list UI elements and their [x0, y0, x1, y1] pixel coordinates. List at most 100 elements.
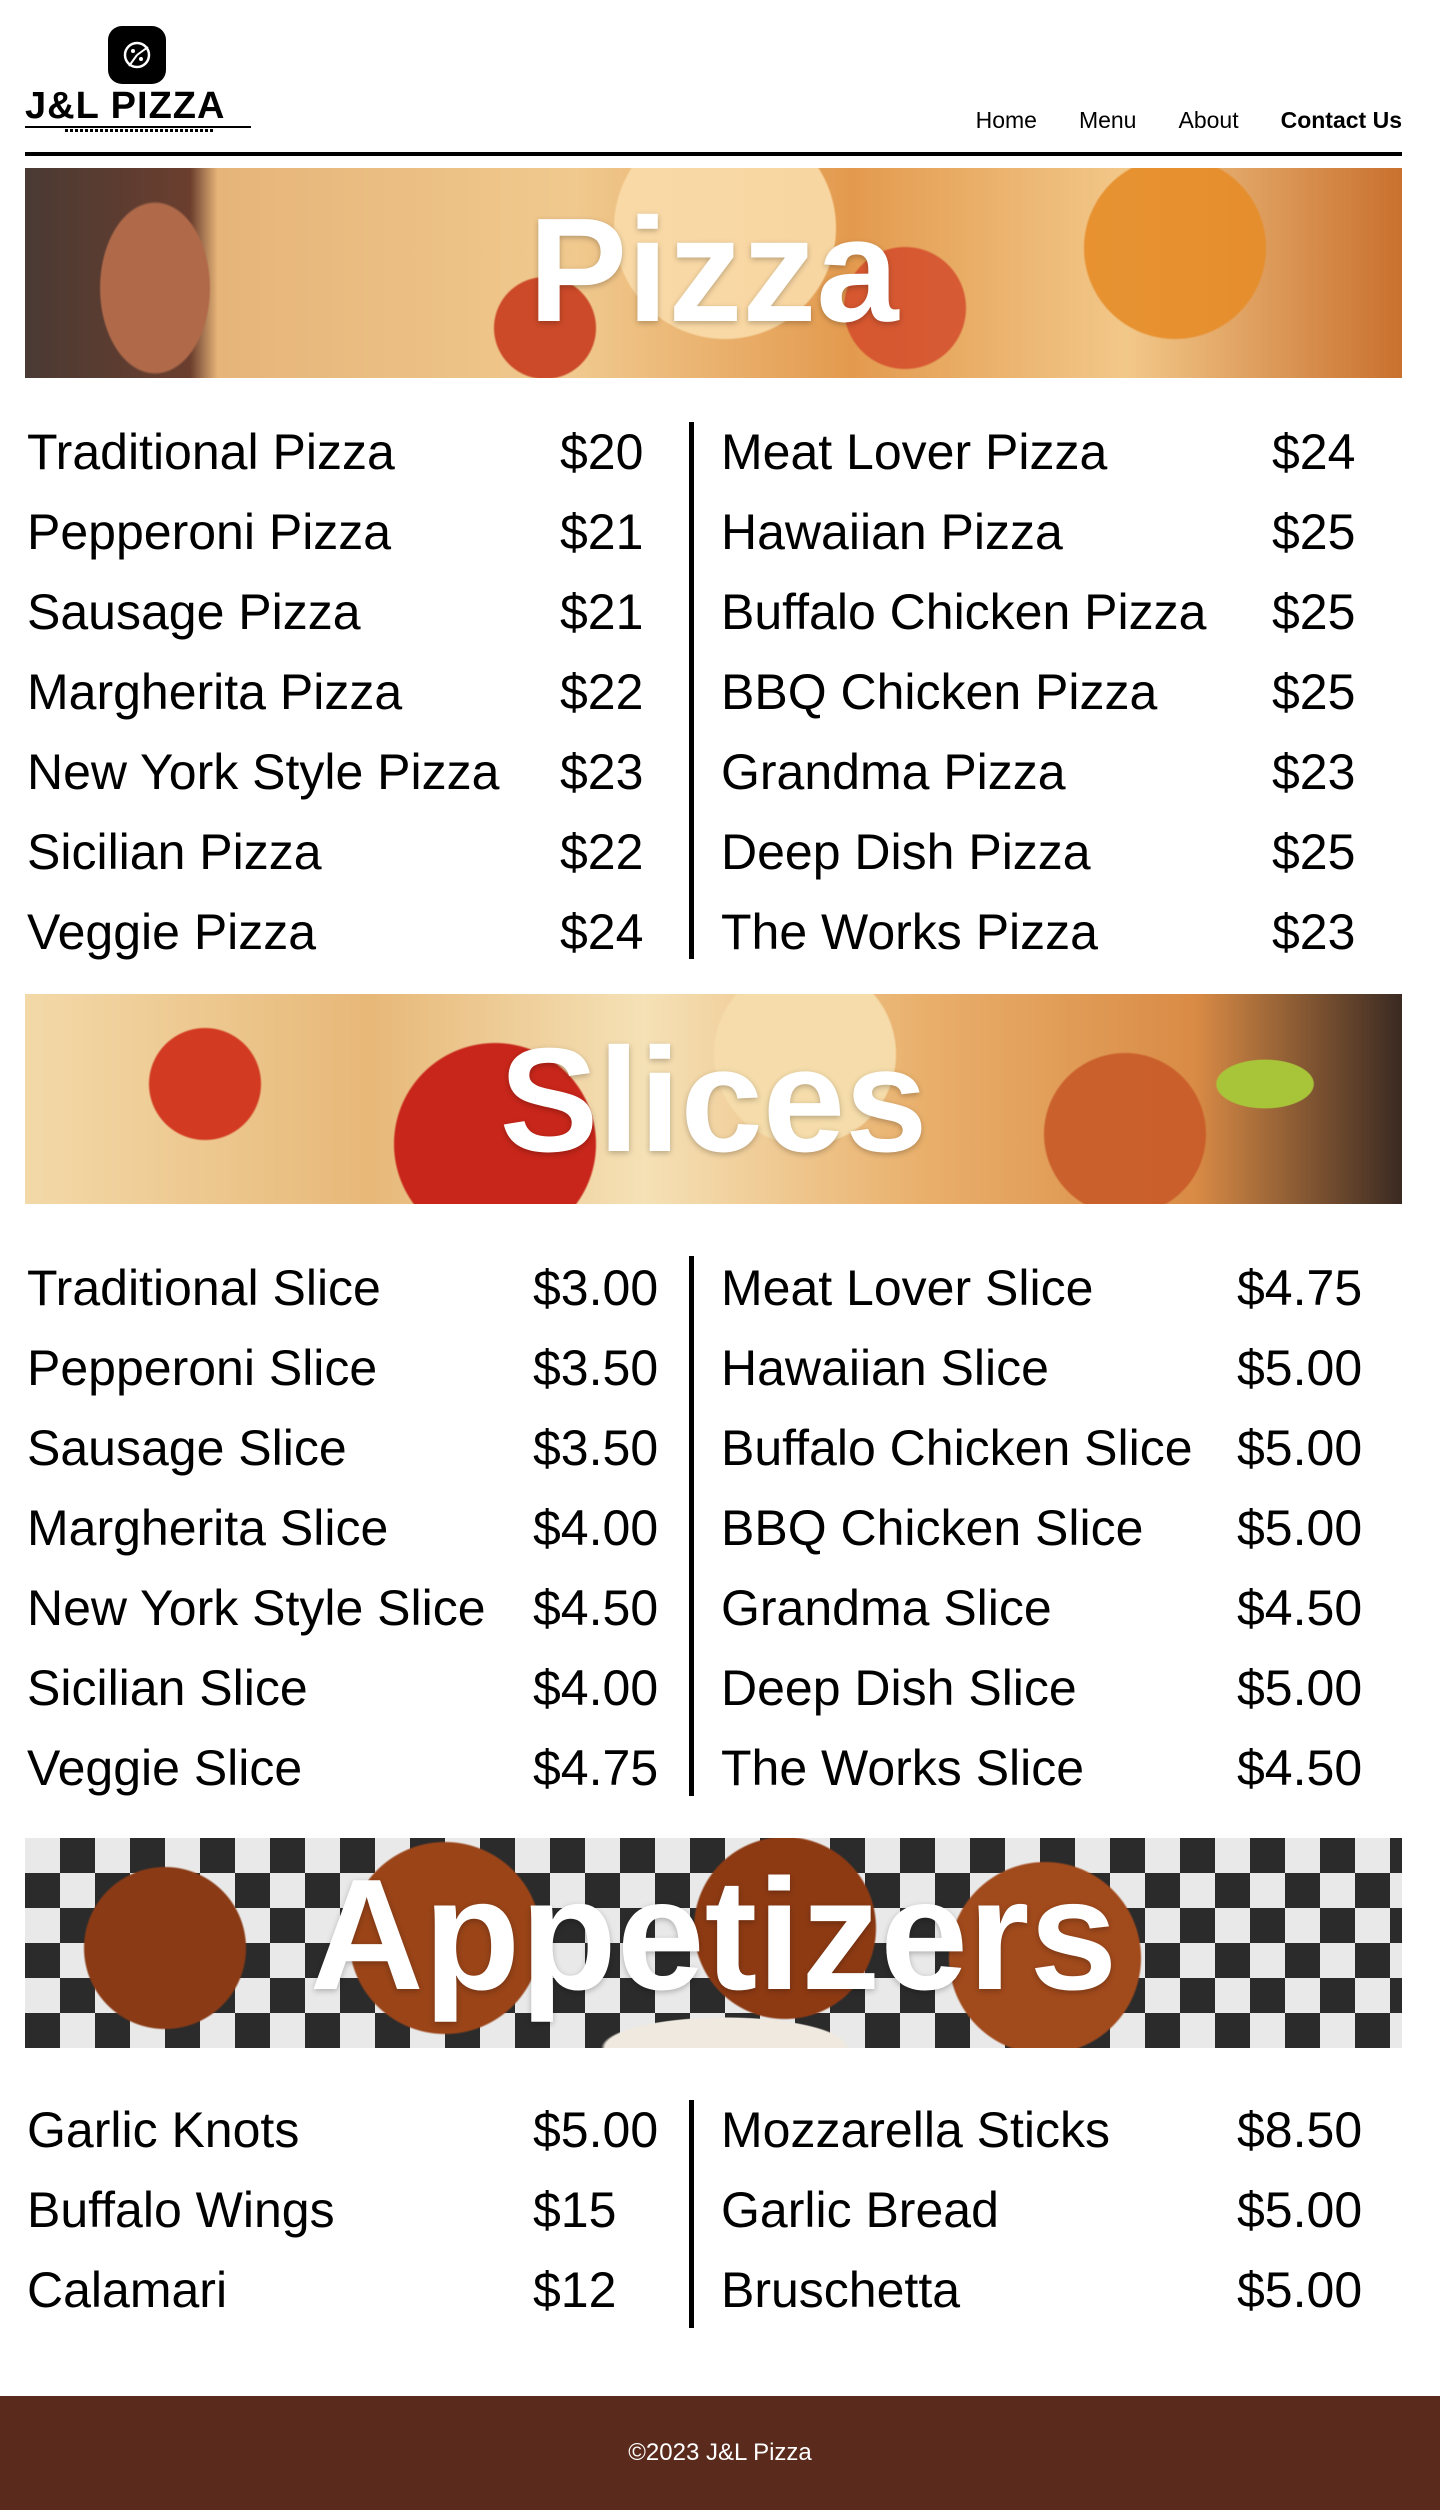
menu-item: BBQ Chicken Pizza $25 — [721, 652, 1401, 732]
menu-item: Sicilian Pizza $22 — [27, 812, 667, 892]
menu-item-price: $20 — [560, 424, 644, 480]
menu-item-price: $15 — [533, 2182, 617, 2238]
menu-item-price: $12 — [533, 2262, 617, 2318]
menu-item: Deep Dish Pizza $25 — [721, 812, 1401, 892]
pizza-menu-right-column: Meat Lover Pizza $24 Hawaiian Pizza $25 Bu… — [721, 412, 1401, 972]
menu-item-name: Traditional Slice — [27, 1260, 381, 1316]
menu-item-name: New York Style Pizza — [27, 744, 500, 800]
menu-item-name: Mozzarella Sticks — [721, 2102, 1110, 2158]
logo-underline — [25, 126, 251, 128]
nav-about[interactable]: About — [1178, 106, 1238, 134]
appetizers-banner: Appetizers — [25, 1838, 1402, 2048]
menu-item: Mozzarella Sticks $8.50 — [721, 2090, 1401, 2170]
menu-item-name: Pepperoni Pizza — [27, 504, 392, 560]
menu-item: Sicilian Slice $4.00 — [27, 1648, 677, 1728]
menu-item: Buffalo Wings $15 — [27, 2170, 677, 2250]
logo-text: J&L PIZZA — [25, 85, 226, 127]
menu-item-price: $5.00 — [1237, 1660, 1363, 1716]
menu-item-name: BBQ Chicken Slice — [721, 1500, 1144, 1556]
menu-item-price: $3.50 — [533, 1420, 659, 1476]
menu-item-name: Margherita Pizza — [27, 664, 403, 720]
menu-item: Margherita Slice $4.00 — [27, 1488, 677, 1568]
menu-item: Pepperoni Pizza $21 — [27, 492, 667, 572]
menu-item-name: Sausage Slice — [27, 1420, 347, 1476]
logo-tagline-graphic — [65, 129, 215, 132]
pizza-menu-left-column: Traditional Pizza $20 Pepperoni Pizza $21 … — [27, 412, 667, 972]
menu-item: Meat Lover Pizza $24 — [721, 412, 1401, 492]
menu-item: Traditional Pizza $20 — [27, 412, 667, 492]
menu-item-price: $8.50 — [1237, 2102, 1363, 2158]
nav-menu[interactable]: Menu — [1079, 106, 1137, 134]
site-footer: ©2023 J&L Pizza — [0, 2396, 1440, 2510]
menu-item: Garlic Bread $5.00 — [721, 2170, 1401, 2250]
menu-item: Buffalo Chicken Slice $5.00 — [721, 1408, 1401, 1488]
menu-item-name: Grandma Pizza — [721, 744, 1066, 800]
menu-item-name: Calamari — [27, 2262, 228, 2318]
menu-item-name: Sicilian Slice — [27, 1660, 308, 1716]
menu-item-name: Meat Lover Pizza — [721, 424, 1108, 480]
slices-banner-title: Slices — [499, 1018, 928, 1183]
menu-item: Traditional Slice $3.00 — [27, 1248, 677, 1328]
menu-item-name: Buffalo Wings — [27, 2182, 335, 2238]
menu-item-price: $3.00 — [533, 1260, 659, 1316]
menu-item-price: $22 — [560, 664, 644, 720]
menu-item-price: $24 — [1272, 424, 1356, 480]
menu-item-name: Garlic Knots — [27, 2102, 300, 2158]
menu-item-name: Buffalo Chicken Slice — [721, 1420, 1193, 1476]
nav-contact-us[interactable]: Contact Us — [1281, 106, 1402, 134]
site-header: J&L PIZZA Home Menu About Contact Us — [25, 0, 1402, 156]
column-divider — [689, 2100, 694, 2328]
menu-item: Grandma Slice $4.50 — [721, 1568, 1401, 1648]
menu-item: Bruschetta $5.00 — [721, 2250, 1401, 2330]
slices-banner: Slices — [25, 994, 1402, 1204]
menu-item: Hawaiian Slice $5.00 — [721, 1328, 1401, 1408]
menu-item-price: $25 — [1272, 504, 1356, 560]
pizza-banner-title: Pizza — [528, 188, 899, 353]
menu-item-name: New York Style Slice — [27, 1580, 486, 1636]
menu-item-price: $21 — [560, 584, 644, 640]
menu-item-name: Hawaiian Pizza — [721, 504, 1063, 560]
menu-item: Veggie Slice $4.75 — [27, 1728, 677, 1808]
menu-item: Hawaiian Pizza $25 — [721, 492, 1401, 572]
menu-item-name: Meat Lover Slice — [721, 1260, 1094, 1316]
menu-item-price: $4.75 — [533, 1740, 659, 1796]
menu-item-name: Sicilian Pizza — [27, 824, 322, 880]
menu-item-price: $3.50 — [533, 1340, 659, 1396]
menu-item: BBQ Chicken Slice $5.00 — [721, 1488, 1401, 1568]
appetizers-banner-title: Appetizers — [309, 1847, 1118, 2023]
logo[interactable]: J&L PIZZA — [25, 26, 251, 136]
menu-item-name: Bruschetta — [721, 2262, 961, 2318]
menu-item-name: Traditional Pizza — [27, 424, 395, 480]
menu-item-price: $4.00 — [533, 1500, 659, 1556]
menu-item: The Works Pizza $23 — [721, 892, 1401, 972]
menu-item-price: $4.75 — [1237, 1260, 1363, 1316]
menu-item-name: The Works Slice — [721, 1740, 1085, 1796]
menu-item-price: $5.00 — [1237, 1420, 1363, 1476]
menu-item: Sausage Slice $3.50 — [27, 1408, 677, 1488]
menu-item-name: Veggie Slice — [27, 1740, 303, 1796]
menu-item-price: $23 — [560, 744, 644, 800]
pizza-menu: Traditional Pizza $20 Pepperoni Pizza $21 … — [25, 412, 1402, 972]
slices-menu: Traditional Slice $3.00 Pepperoni Slice $3… — [25, 1248, 1402, 1808]
menu-item-price: $4.50 — [533, 1580, 659, 1636]
menu-item: Deep Dish Slice $5.00 — [721, 1648, 1401, 1728]
menu-item-name: Deep Dish Slice — [721, 1660, 1077, 1716]
menu-item-price: $4.50 — [1237, 1580, 1363, 1636]
menu-item-price: $23 — [1272, 904, 1356, 960]
menu-item-price: $21 — [560, 504, 644, 560]
menu-item-name: Garlic Bread — [721, 2182, 999, 2238]
menu-item: Pepperoni Slice $3.50 — [27, 1328, 677, 1408]
menu-item-price: $4.00 — [533, 1660, 659, 1716]
menu-item: New York Style Pizza $23 — [27, 732, 667, 812]
menu-item-name: The Works Pizza — [721, 904, 1098, 960]
pizza-icon — [108, 26, 166, 84]
menu-item-price: $25 — [1272, 824, 1356, 880]
menu-item-name: Buffalo Chicken Pizza — [721, 584, 1207, 640]
column-divider — [689, 422, 694, 959]
column-divider — [689, 1256, 694, 1796]
nav-home[interactable]: Home — [976, 106, 1037, 134]
menu-item-price: $22 — [560, 824, 644, 880]
footer-copyright: ©2023 J&L Pizza — [628, 2439, 812, 2466]
main-nav: Home Menu About Contact Us — [976, 106, 1402, 134]
appetizers-menu: Garlic Knots $5.00 Buffalo Wings $15 Calam… — [25, 2090, 1402, 2330]
